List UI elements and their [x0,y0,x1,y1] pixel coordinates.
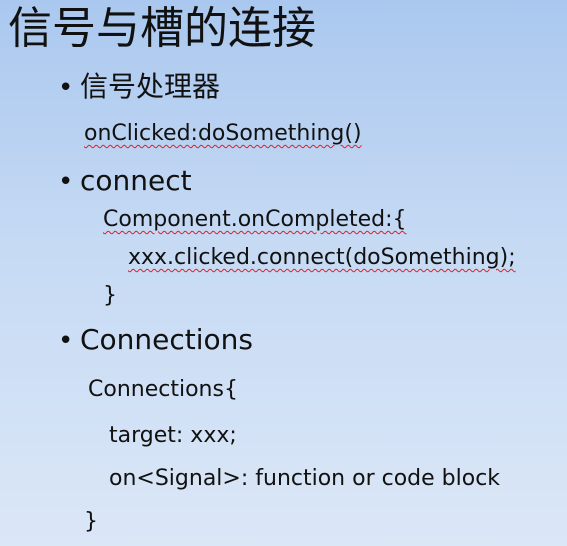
code-connections-line-1: Connections{ [88,377,238,402]
bullet-label: Connections [80,323,254,356]
code-connect-line-1: Component.onCompleted:{ [103,207,407,232]
bullet-label: 信号处理器 [80,70,221,103]
bullet-signal-handler: • 信号处理器 [58,70,220,105]
bullet-connect: • connect [58,164,192,199]
code-connections-line-4: } [84,509,98,534]
bullet-label: connect [80,164,192,197]
bullet-marker: • [58,73,74,103]
bullet-marker: • [58,167,74,197]
bullet-marker: • [58,326,74,356]
code-connect-line-3: } [103,283,117,308]
code-connect-line-2: xxx.clicked.connect(doSomething); [128,245,516,270]
slide: 信号与槽的连接 • 信号处理器 onClicked:doSomething() •… [0,0,567,546]
slide-title: 信号与槽的连接 [8,3,316,54]
bullet-connections: • Connections [58,323,253,358]
code-handler-line: onClicked:doSomething() [84,121,362,146]
code-connections-line-2: target: xxx; [109,423,237,448]
code-connections-line-3: on<Signal>: function or code block [109,466,501,491]
